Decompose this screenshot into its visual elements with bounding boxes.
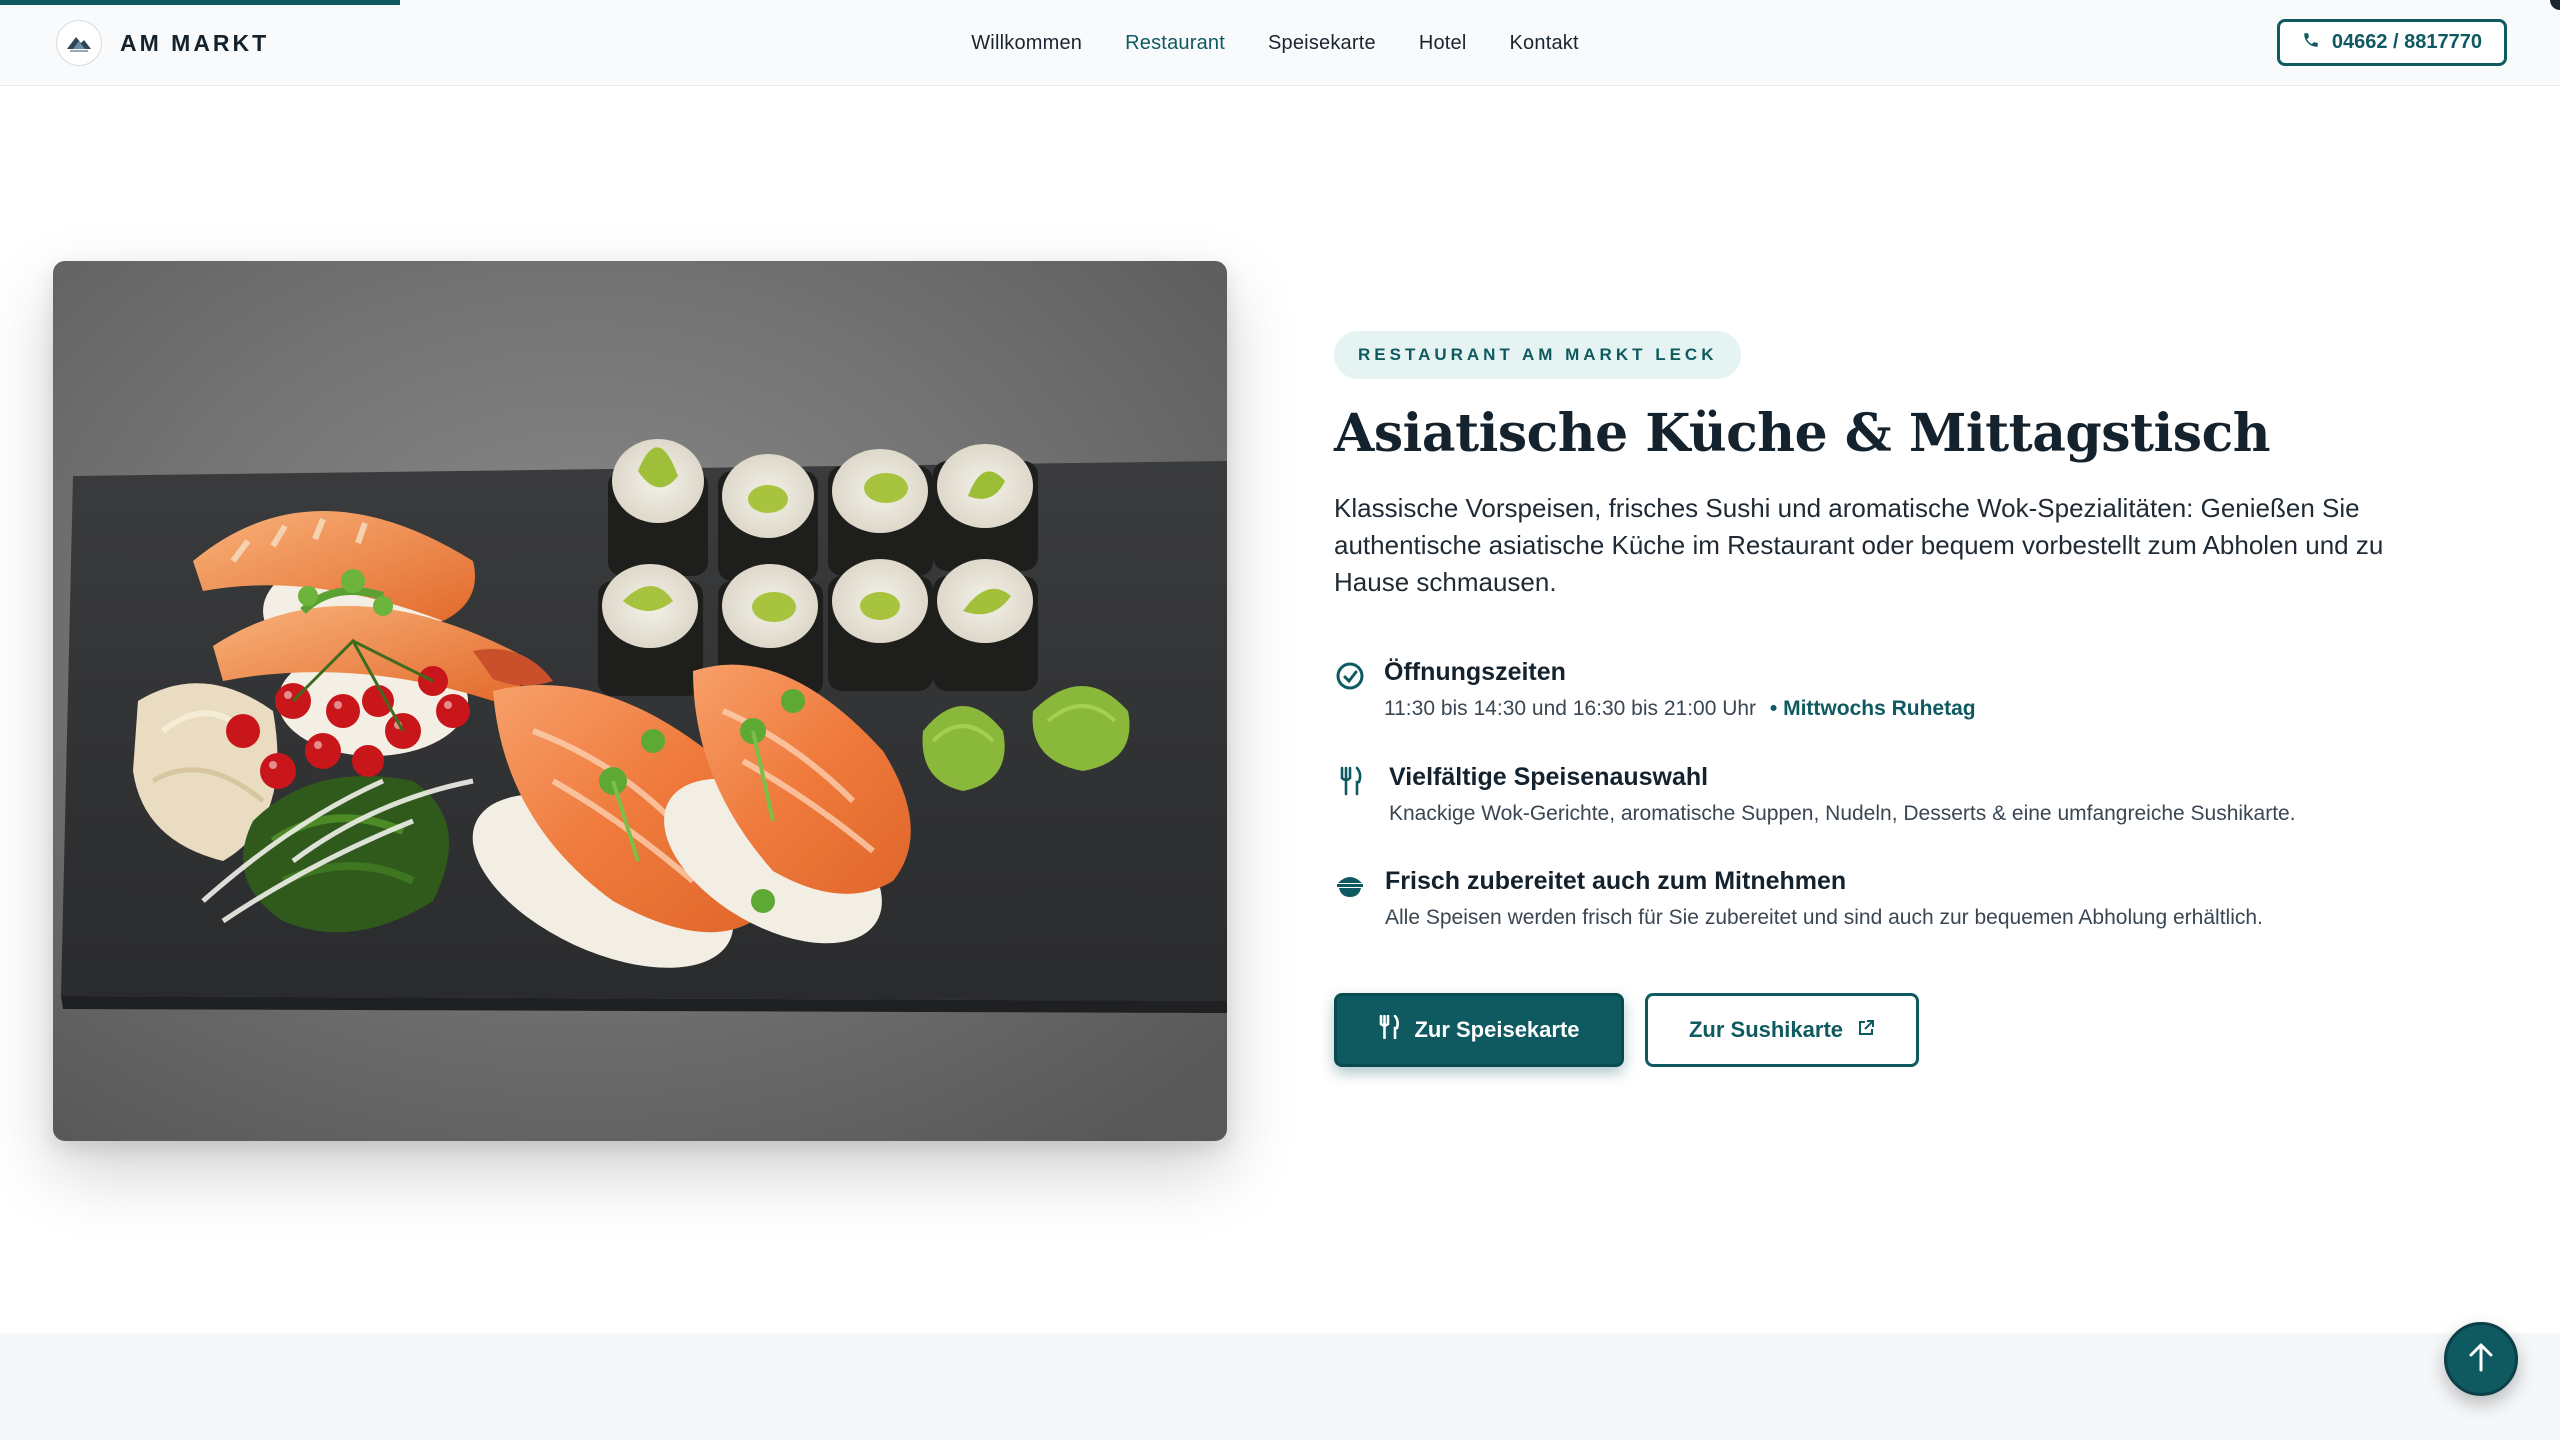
feature-title: Vielfältige Speisenauswahl bbox=[1389, 763, 1709, 791]
hero-image-sushi bbox=[53, 261, 1227, 1141]
menu-button[interactable]: Zur Speisekarte bbox=[1334, 993, 1624, 1067]
restaurant-intro: RESTAURANT AM MARKT LECK Asiatische Küch… bbox=[1334, 331, 2484, 1067]
fork-knife-icon bbox=[1334, 765, 1366, 797]
feature-takeaway: Frisch zubereitet auch zum Mitnehmen All… bbox=[1334, 867, 2263, 930]
sushi-photo bbox=[53, 261, 1227, 1141]
cta-buttons: Zur Speisekarte Zur Sushikarte bbox=[1334, 993, 1919, 1067]
feature-menu-variety: Vielfältige Speisenauswahl Knackige Wok-… bbox=[1334, 763, 2296, 826]
sushi-menu-button-label: Zur Sushikarte bbox=[1688, 1017, 1844, 1042]
eyebrow-badge: RESTAURANT AM MARKT LECK bbox=[1334, 331, 1742, 379]
phone-button[interactable]: 04662 / 8817770 bbox=[2276, 19, 2507, 66]
nav-item-hotel[interactable]: Hotel bbox=[1419, 32, 1467, 55]
feature-opening-hours: Öffnungszeiten 11:30 bis 14:30 und 16:30… bbox=[1334, 658, 1976, 721]
scroll-to-top-button[interactable] bbox=[2444, 1322, 2518, 1396]
opening-hours-text: 11:30 bis 14:30 und 16:30 bis 21:00 Uhr bbox=[1384, 697, 1757, 720]
scroll-progress-bar bbox=[0, 0, 400, 5]
feature-text: Knackige Wok-Gerichte, aromatische Suppe… bbox=[1389, 802, 2296, 825]
feature-title: Öffnungszeiten bbox=[1384, 658, 1566, 686]
menu-button-label: Zur Speisekarte bbox=[1414, 1017, 1580, 1042]
logo-icon bbox=[56, 20, 102, 66]
clock-icon bbox=[1334, 660, 1366, 692]
page-title: Asiatische Küche & Mittagstisch bbox=[1334, 403, 2271, 464]
phone-number: 04662 / 8817770 bbox=[2331, 31, 2482, 53]
arrow-up-icon bbox=[2466, 1340, 2496, 1379]
brand-name: AM MARKT bbox=[120, 29, 270, 56]
next-section-band bbox=[0, 1333, 2560, 1440]
site-header: AM MARKT Willkommen Restaurant Speisekar… bbox=[0, 0, 2560, 86]
main-nav: Willkommen Restaurant Speisekarte Hotel … bbox=[0, 0, 2560, 86]
feature-title: Frisch zubereitet auch zum Mitnehmen bbox=[1385, 867, 1847, 895]
sushi-menu-button[interactable]: Zur Sushikarte bbox=[1645, 993, 1919, 1067]
fork-knife-icon bbox=[1378, 1014, 1400, 1045]
nav-item-speisekarte[interactable]: Speisekarte bbox=[1268, 32, 1376, 55]
bowl-icon bbox=[1334, 869, 1366, 901]
nav-item-kontakt[interactable]: Kontakt bbox=[1510, 32, 1579, 55]
external-link-icon bbox=[1857, 1017, 1875, 1043]
feature-text: Alle Speisen werden frisch für Sie zuber… bbox=[1385, 906, 2263, 929]
closed-day-note: • Mittwochs Ruhetag bbox=[1769, 697, 1976, 720]
brand[interactable]: AM MARKT bbox=[56, 20, 269, 66]
nav-item-willkommen[interactable]: Willkommen bbox=[971, 32, 1082, 55]
intro-text: Klassische Vorspeisen, frisches Sushi un… bbox=[1334, 493, 2384, 597]
feature-text: 11:30 bis 14:30 und 16:30 bis 21:00 Uhr … bbox=[1384, 697, 1976, 721]
phone-icon bbox=[2302, 31, 2320, 55]
nav-item-restaurant[interactable]: Restaurant bbox=[1125, 32, 1225, 55]
